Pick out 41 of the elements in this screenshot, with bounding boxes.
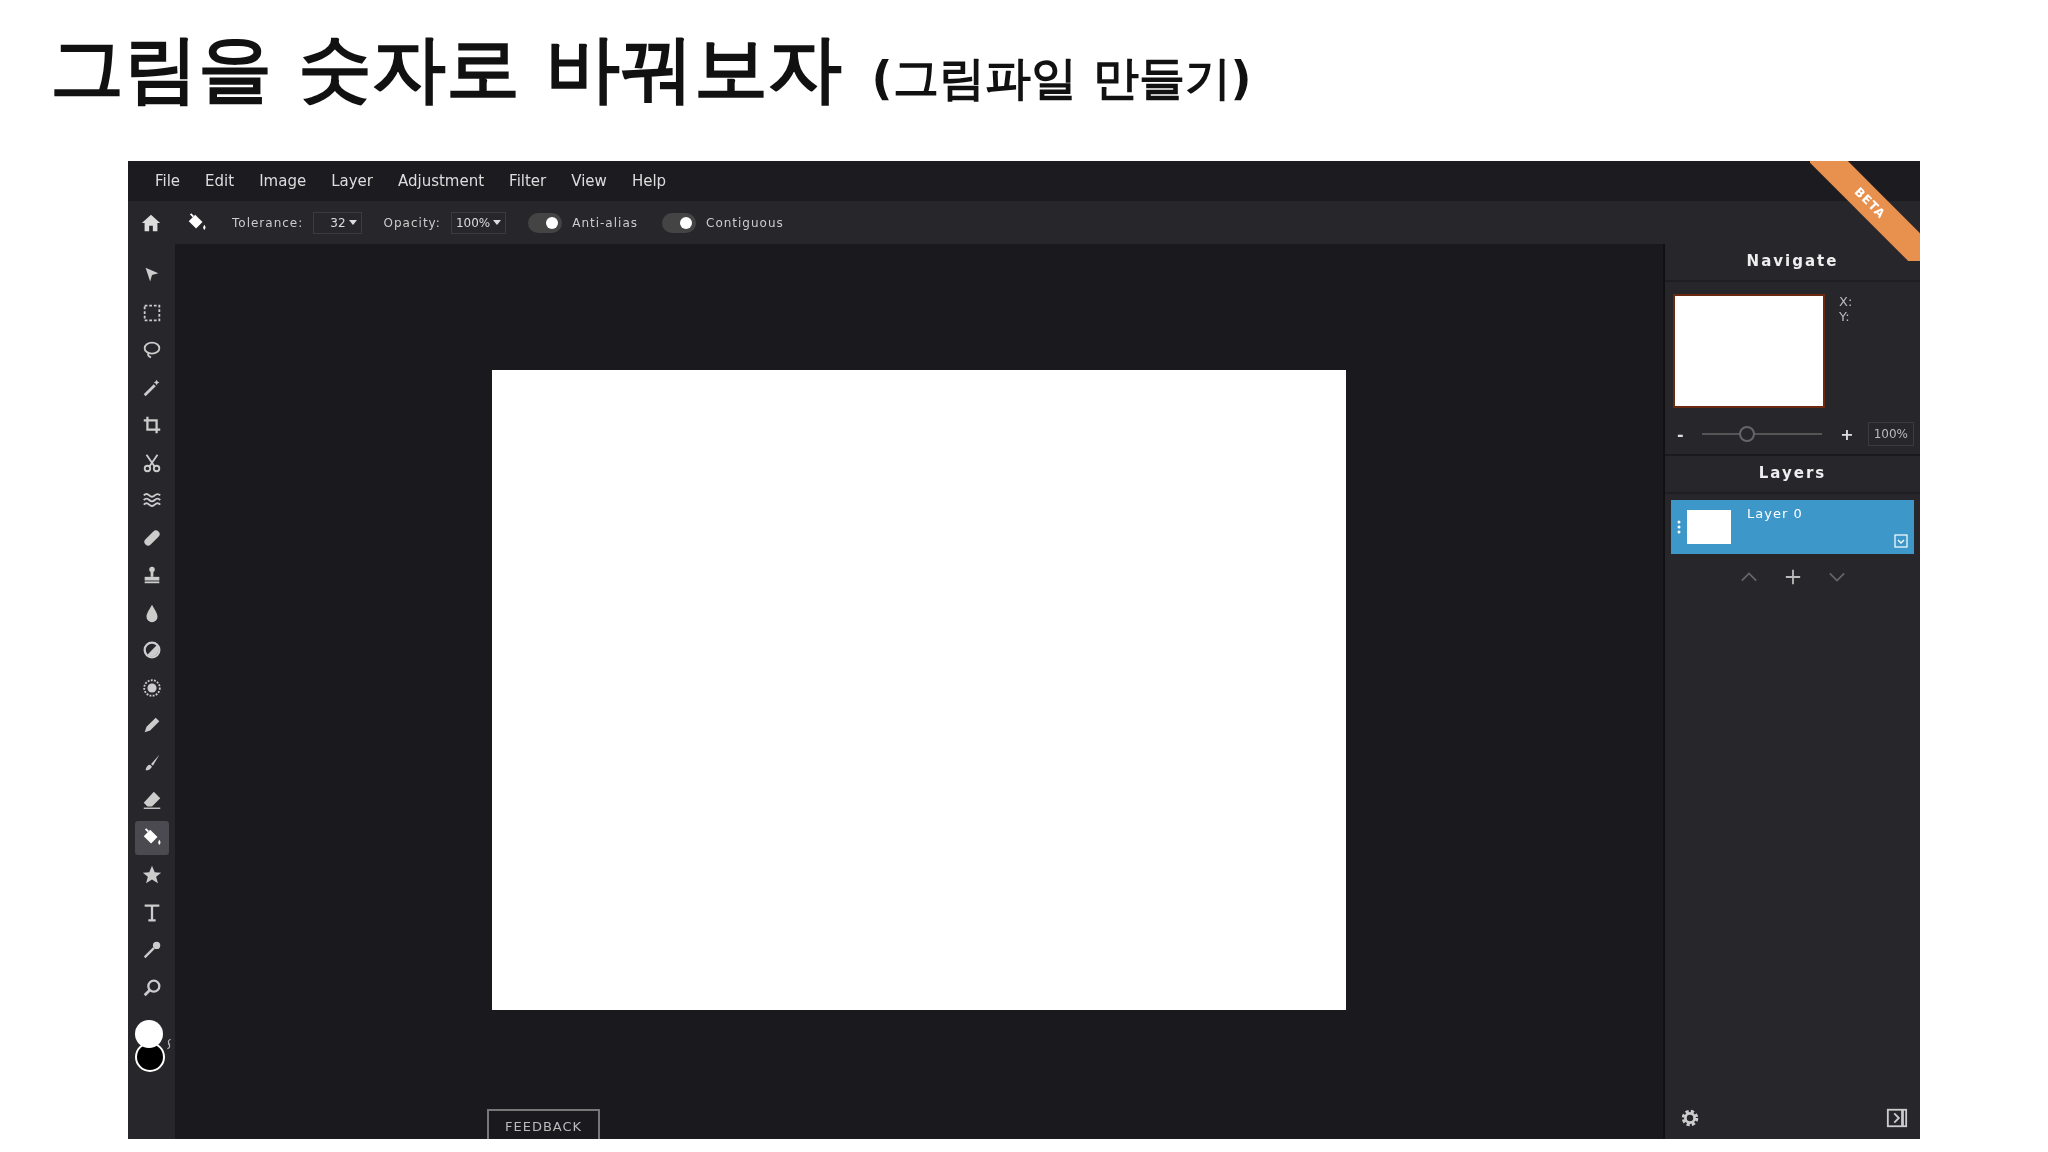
- tolerance-label: Tolerance:: [232, 215, 304, 230]
- checkbox-icon[interactable]: [1894, 534, 1908, 548]
- tolerance-dropdown[interactable]: 32: [313, 211, 362, 234]
- caret-icon: [493, 220, 502, 225]
- toggle-switch[interactable]: [662, 212, 696, 233]
- slider-thumb[interactable]: [1739, 426, 1756, 442]
- y-label: Y:: [1839, 309, 1851, 324]
- slide-subtitle: (그림파일 만들기): [871, 50, 1252, 107]
- menu-item[interactable]: Image: [259, 172, 307, 190]
- menu-item[interactable]: Layer: [331, 172, 373, 190]
- collapse-panel-icon[interactable]: [1886, 1107, 1908, 1129]
- opacity-dropdown[interactable]: 100%: [450, 211, 507, 234]
- slide-title: 그림을 숫자로 바꿔보자: [50, 24, 842, 113]
- opacity-label: Opacity:: [383, 215, 441, 230]
- zoom-out-button[interactable]: -: [1677, 424, 1684, 444]
- add-layer-icon[interactable]: [1783, 568, 1802, 586]
- navigator-preview[interactable]: [1673, 294, 1825, 408]
- sun-icon: [140, 676, 163, 699]
- feedback-button[interactable]: FEEDBACK: [487, 1109, 601, 1139]
- panel-title: Navigate: [1665, 244, 1920, 282]
- layer-thumbnail: [1687, 510, 1731, 544]
- zoom-in-button[interactable]: +: [1840, 424, 1854, 444]
- menu-item[interactable]: Help: [631, 172, 667, 190]
- toggle-label: Anti-alias: [572, 215, 638, 230]
- foreground-color-swatch[interactable]: [134, 1020, 163, 1048]
- layer-name: Layer 0: [1747, 506, 1803, 521]
- panel-title: Layers: [1665, 456, 1920, 494]
- toggle-label: Contiguous: [706, 215, 784, 230]
- menu-item[interactable]: Adjustment: [398, 172, 485, 190]
- menu-item[interactable]: Edit: [205, 172, 235, 190]
- zoom-field[interactable]: 100%: [1867, 422, 1914, 446]
- tool-button[interactable]: [134, 820, 169, 855]
- settings-icon[interactable]: [1679, 1107, 1701, 1129]
- x-label: X:: [1839, 294, 1853, 309]
- menu-item[interactable]: View: [571, 172, 607, 190]
- swap-icon[interactable]: [164, 1036, 173, 1052]
- menu-item[interactable]: File: [155, 172, 181, 190]
- drag-handle-icon[interactable]: [1677, 520, 1681, 534]
- caret-icon: [348, 220, 357, 225]
- toggle-switch[interactable]: [528, 212, 563, 233]
- menu-item[interactable]: Filter: [509, 172, 547, 190]
